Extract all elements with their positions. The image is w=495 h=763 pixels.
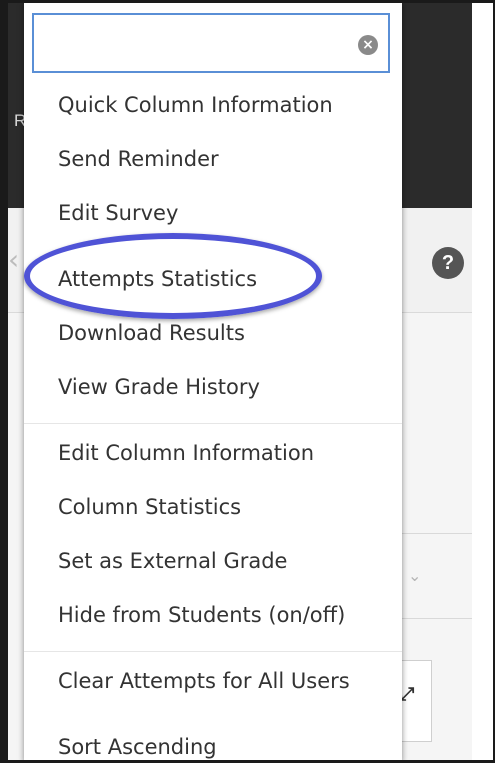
menu-divider [24, 423, 402, 424]
menu-item-sort-ascending[interactable]: Sort Ascending [58, 735, 217, 759]
menu-search-input[interactable] [40, 23, 354, 65]
menu-item-edit-survey[interactable]: Edit Survey [58, 201, 178, 225]
clear-search-icon[interactable]: × [358, 35, 378, 55]
divider [400, 618, 472, 619]
menu-item-hide-from-students[interactable]: Hide from Students (on/off) [58, 603, 345, 627]
menu-item-view-grade-history[interactable]: View Grade History [58, 375, 260, 399]
menu-item-column-statistics[interactable]: Column Statistics [58, 495, 241, 519]
expand-icon[interactable]: ⤢ [400, 684, 414, 705]
screenshot-stage: Re ‹ ? ⌄ ⤢ × Quick Column Information Se… [0, 0, 495, 763]
frame-border [0, 0, 8, 763]
menu-search-box: × [32, 13, 390, 73]
highlight-annotation-ellipse [24, 233, 322, 319]
frame-border [0, 0, 495, 3]
divider [400, 533, 472, 534]
menu-item-send-reminder[interactable]: Send Reminder [58, 147, 219, 171]
menu-item-download-results[interactable]: Download Results [58, 321, 245, 345]
menu-item-quick-column-information[interactable]: Quick Column Information [58, 93, 333, 117]
menu-item-edit-column-information[interactable]: Edit Column Information [58, 441, 314, 465]
menu-item-clear-attempts-all-users[interactable]: Clear Attempts for All Users [58, 669, 350, 693]
back-arrow-icon: ‹ [8, 243, 20, 276]
menu-item-set-as-external-grade[interactable]: Set as External Grade [58, 549, 287, 573]
column-context-menu: × Quick Column Information Send Reminder… [24, 3, 402, 763]
chevron-down-icon[interactable]: ⌄ [408, 566, 421, 585]
menu-divider [24, 651, 402, 652]
help-icon[interactable]: ? [432, 247, 464, 279]
